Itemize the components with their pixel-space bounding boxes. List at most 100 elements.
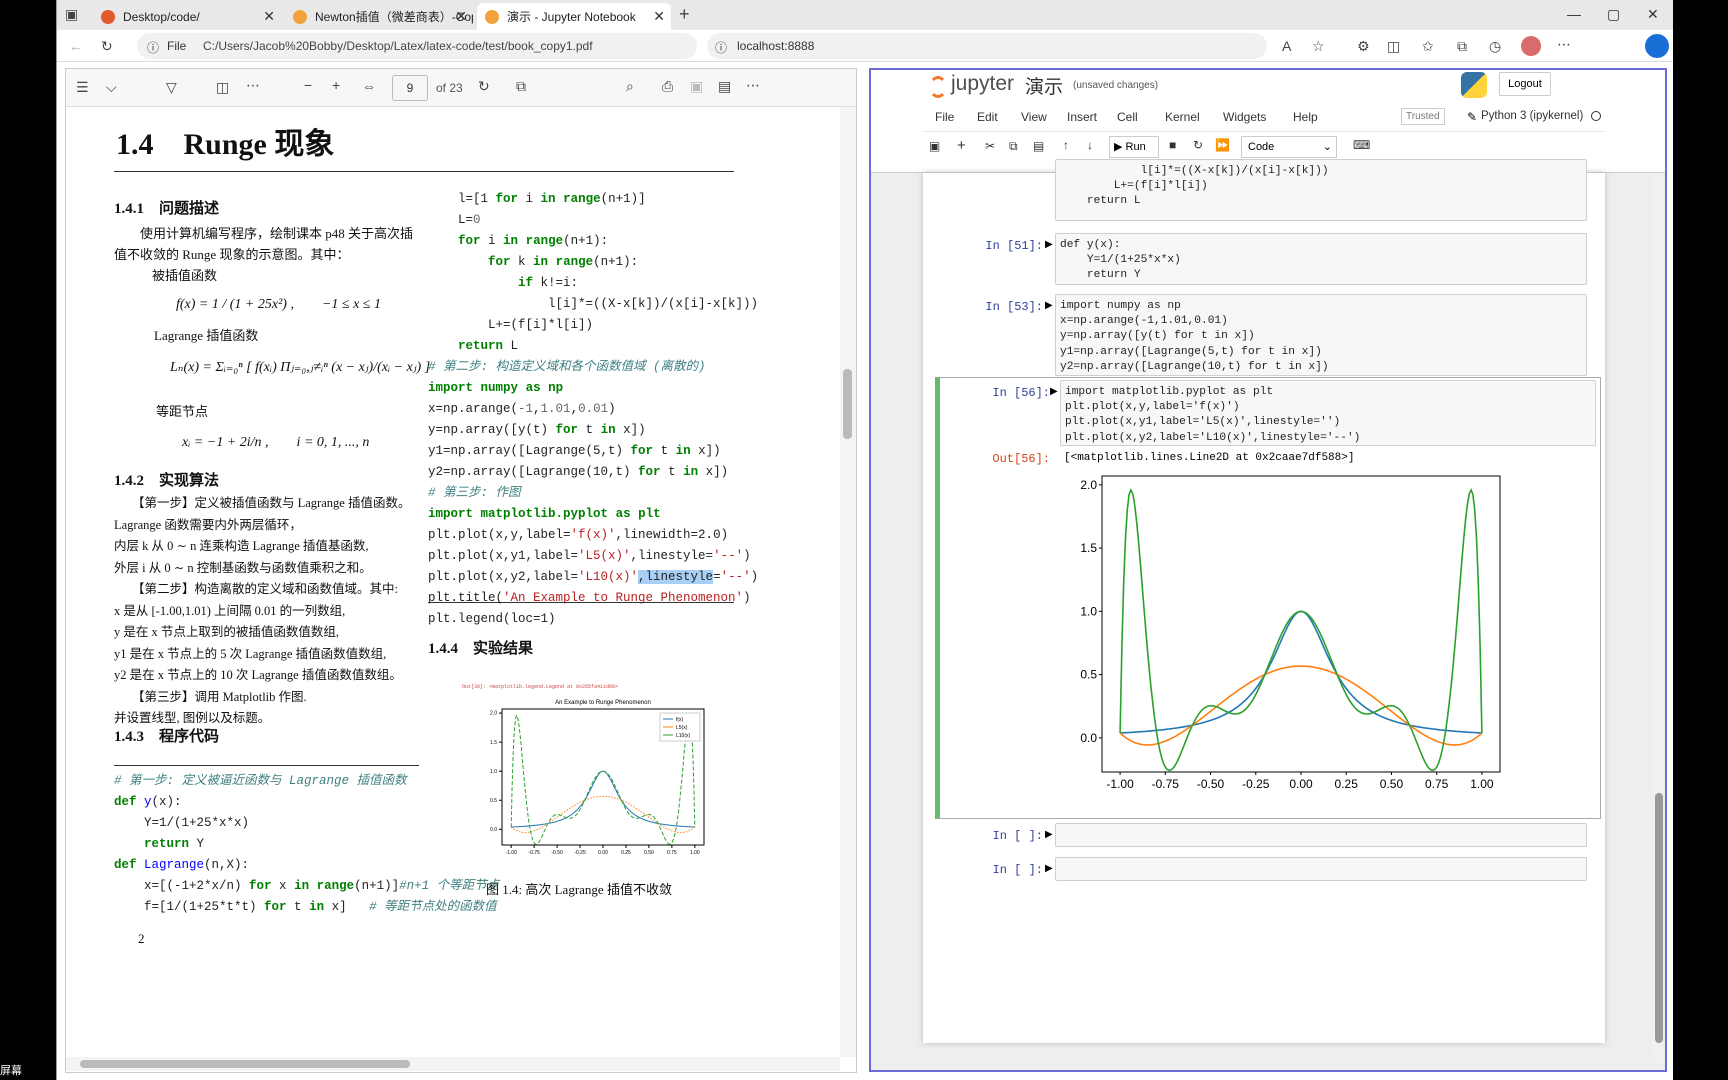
x-tick-label: 0.00 [598, 850, 608, 856]
pdf-horizontal-scrollbar[interactable] [66, 1057, 840, 1071]
file-label: File [167, 39, 187, 53]
scroll-thumb[interactable] [80, 1060, 410, 1068]
restart-icon[interactable]: ↻ [1193, 138, 1203, 152]
view-icon[interactable]: ◫ [216, 79, 229, 96]
code-cell[interactable]: In [53]: ▶ import numpy as np x=np.arang… [933, 294, 1593, 378]
command-palette-icon[interactable]: ⌨ [1353, 138, 1370, 152]
collections-icon[interactable]: ⧉ [1457, 38, 1467, 55]
scroll-thumb[interactable] [843, 369, 852, 439]
tab-3[interactable]: 演示 - Jupyter Notebook ✕ [477, 3, 671, 30]
cell-type-select[interactable]: Code ⌄ [1241, 136, 1337, 158]
menu-help[interactable]: Help [1293, 110, 1318, 124]
settings-more-icon[interactable]: ⋯ [746, 77, 760, 94]
print-icon[interactable]: ⎙ [662, 78, 673, 95]
save-as-icon[interactable]: ▤ [718, 78, 731, 95]
paste-icon[interactable]: ▤ [1033, 139, 1044, 153]
new-tab-icon[interactable]: + [679, 4, 690, 25]
logout-button[interactable]: Logout [1499, 72, 1551, 96]
cell-type-value: Code [1248, 141, 1275, 153]
tab-2[interactable]: Newton插值（微差商表）-Copy ✕ [285, 3, 473, 30]
menu-kernel[interactable]: Kernel [1165, 110, 1200, 124]
move-down-icon[interactable]: ↓ [1087, 138, 1093, 152]
cut-icon[interactable]: ✂ [985, 139, 995, 153]
close-tab-icon[interactable]: ✕ [455, 8, 467, 25]
split-screen-icon[interactable]: ◫ [1387, 38, 1400, 55]
cell-input[interactable]: def y(x): Y=1/(1+25*x*x) return Y [1055, 233, 1587, 285]
bing-icon[interactable] [1645, 34, 1669, 58]
code-cell[interactable]: In [ ]: ▶ [933, 857, 1593, 883]
more-tools-icon[interactable]: ⋯ [246, 77, 260, 94]
favorites-icon[interactable]: ✩ [1422, 38, 1434, 55]
history-icon[interactable]: ◷ [1489, 38, 1501, 55]
cell-input[interactable] [1055, 857, 1587, 881]
contents-icon[interactable]: ☰ [76, 79, 89, 96]
menu-cell[interactable]: Cell [1117, 110, 1138, 124]
extensions-icon[interactable]: ⚙ [1357, 38, 1370, 55]
zoom-out-icon[interactable]: − [304, 77, 312, 93]
cell-input[interactable] [1055, 823, 1587, 847]
close-tab-icon[interactable]: ✕ [653, 8, 665, 25]
jupyter-url-field[interactable]: ⓘ localhost:8888 [707, 33, 1267, 59]
save-icon[interactable]: ▣ [690, 78, 703, 95]
menu-widgets[interactable]: Widgets [1223, 110, 1266, 124]
page-view-icon[interactable]: ⧉ [516, 78, 526, 95]
notebook-scrollbar[interactable] [1653, 173, 1665, 1063]
favorite-star-icon[interactable]: ☆ [1312, 38, 1325, 55]
save-notebook-icon[interactable]: ▣ [929, 139, 940, 153]
cell-prompt: In [56]: [992, 386, 1050, 400]
pdf-toolbar: ☰ ⌵ ▽ ◫ ⋯ − + ⇔ 9 of 23 ↻ ⧉ ⌕ ⎙ ▣ ▤ ⋯ [66, 69, 856, 107]
code-cell[interactable]: In [ ]: ▶ [933, 823, 1593, 849]
y-tick-label: 2.0 [1080, 478, 1097, 492]
collapse-icon[interactable]: ▶ [1045, 300, 1053, 311]
code-cell[interactable]: l[i]*=((X-x[k])/(x[i]-x[k])) L+=(f[i]*l[… [933, 159, 1593, 225]
insert-cell-icon[interactable]: + [957, 137, 966, 154]
edit-pencil-icon[interactable]: ✎ [1467, 110, 1477, 124]
zoom-in-icon[interactable]: + [332, 77, 340, 93]
rotate-icon[interactable]: ↻ [478, 78, 490, 95]
section-title: 1.4 Runge 现象 [116, 128, 335, 161]
menu-insert[interactable]: Insert [1067, 110, 1097, 124]
run-button[interactable]: ▶ Run [1109, 136, 1159, 158]
profile-avatar[interactable] [1521, 36, 1541, 56]
refresh-icon[interactable]: ↻ [101, 38, 113, 55]
more-menu-icon[interactable]: ⋯ [1557, 36, 1571, 53]
minimize-icon[interactable]: — [1567, 6, 1581, 22]
draw-icon[interactable]: ▽ [166, 79, 177, 96]
read-aloud-icon[interactable]: A [1282, 38, 1291, 54]
restart-run-all-icon[interactable]: ⏩ [1215, 138, 1230, 152]
tab-actions-icon[interactable]: ▣ [65, 6, 78, 23]
close-window-icon[interactable]: ✕ [1647, 6, 1659, 23]
pdf-vertical-scrollbar[interactable] [840, 107, 856, 1057]
selected-cell[interactable]: In [56]: ▶ import matplotlib.pyplot as p… [935, 377, 1601, 819]
copy-icon[interactable]: ⧉ [1009, 139, 1018, 154]
maximize-icon[interactable]: ▢ [1607, 6, 1620, 23]
scroll-thumb[interactable] [1655, 793, 1663, 1043]
back-icon[interactable]: ← [69, 38, 83, 54]
collapse-icon[interactable]: ▶ [1045, 829, 1053, 840]
collapse-icon[interactable]: ▶ [1045, 863, 1053, 874]
cell-input[interactable]: import numpy as np x=np.arange(-1,1.01,0… [1055, 294, 1587, 376]
pdf-url-field[interactable]: ⓘ File C:/Users/Jacob%20Bobby/Desktop/La… [137, 33, 697, 59]
menu-edit[interactable]: Edit [977, 110, 998, 124]
page-number-input[interactable]: 9 [392, 75, 428, 101]
tab-1[interactable]: Desktop/code/ ✕ [93, 3, 281, 30]
jupyter-url: localhost:8888 [737, 39, 815, 53]
x-tick-label: -1.00 [505, 850, 517, 856]
collapse-icon[interactable]: ▶ [1050, 386, 1058, 397]
y-tick-label: 0.0 [490, 827, 497, 833]
trusted-badge[interactable]: Trusted [1401, 108, 1445, 125]
collapse-icon[interactable]: ▶ [1045, 239, 1053, 250]
cell-input[interactable]: l[i]*=((X-x[k])/(x[i]-x[k])) L+=(f[i]*l[… [1055, 159, 1587, 221]
x-tick-label: -1.00 [1106, 777, 1134, 791]
highlight-icon[interactable]: ⌵ [106, 79, 117, 96]
cell-input[interactable]: import matplotlib.pyplot as plt plt.plot… [1060, 380, 1596, 446]
menu-file[interactable]: File [935, 110, 954, 124]
close-tab-icon[interactable]: ✕ [263, 8, 275, 25]
code-cell[interactable]: In [51]: ▶ def y(x): Y=1/(1+25*x*x) retu… [933, 233, 1593, 287]
interrupt-icon[interactable]: ■ [1169, 138, 1176, 152]
move-up-icon[interactable]: ↑ [1063, 138, 1069, 152]
fit-page-icon[interactable]: ⇔ [362, 78, 376, 94]
notebook-title[interactable]: 演示 [1025, 72, 1063, 99]
menu-view[interactable]: View [1021, 110, 1047, 124]
search-icon[interactable]: ⌕ [626, 78, 634, 95]
